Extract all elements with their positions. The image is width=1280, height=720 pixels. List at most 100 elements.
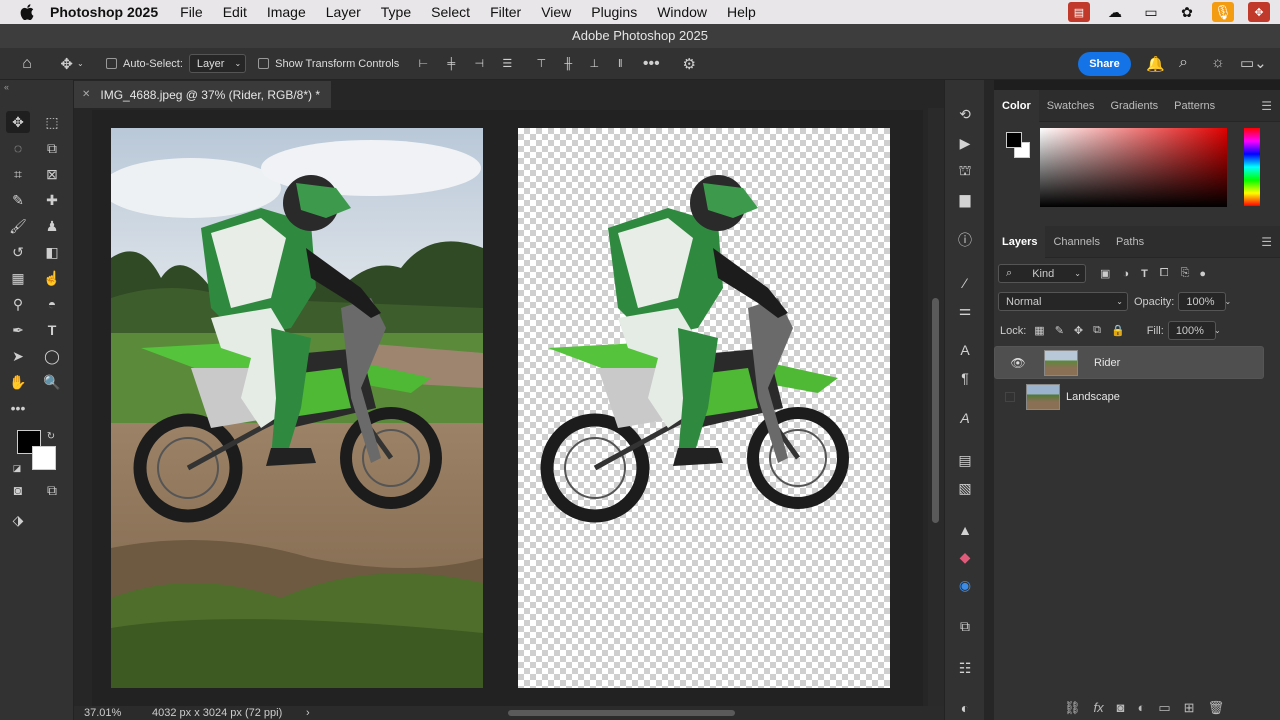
menu-edit[interactable]: Edit xyxy=(223,4,247,20)
document-tab[interactable]: ✕ IMG_4688.jpeg @ 37% (Rider, RGB/8*) * xyxy=(74,81,331,108)
share-button[interactable]: Share xyxy=(1078,52,1131,76)
filter-shape-icon[interactable]: ⧠ xyxy=(1160,267,1169,280)
clone-stamp-icon[interactable]: ♟ xyxy=(40,215,64,237)
ellipse-tool-icon[interactable]: ◯ xyxy=(40,345,64,367)
eyedropper-tool-icon[interactable]: ✎ xyxy=(6,189,30,211)
hand-tool-icon[interactable]: ✋ xyxy=(6,371,30,393)
filter-type-icon[interactable]: T xyxy=(1141,268,1148,280)
shapes-panel-icon[interactable]: ▲ xyxy=(953,520,977,540)
move-tool-preset-icon[interactable]: ✥ ⌄ xyxy=(54,55,90,73)
move-tool-icon[interactable]: ✥ xyxy=(6,111,30,133)
zoom-level[interactable]: 37.01% xyxy=(84,707,152,719)
creative-cloud-icon[interactable]: ☁ xyxy=(1104,2,1126,22)
eye-panel-icon[interactable]: ◉ xyxy=(953,575,977,595)
home-icon[interactable]: ⌂ xyxy=(0,55,54,73)
filter-pixel-icon[interactable]: ▣ xyxy=(1100,267,1110,280)
auto-select-checkbox[interactable] xyxy=(106,58,117,69)
blend-mode-dropdown[interactable]: Normal ⌄ xyxy=(998,292,1128,311)
apple-icon[interactable] xyxy=(18,3,36,21)
screen-mode-icon[interactable]: ⧉ xyxy=(40,479,64,501)
vertical-scroll-thumb[interactable] xyxy=(932,298,939,523)
zoom-tool-icon[interactable]: 🔍 xyxy=(40,371,64,393)
brush-tool-icon[interactable]: 🖌 xyxy=(6,215,30,237)
menu-view[interactable]: View xyxy=(541,4,571,20)
menu-filter[interactable]: Filter xyxy=(490,4,521,20)
plugins-panel-icon[interactable]: ⛫ xyxy=(953,161,977,181)
notifications-bell-icon[interactable]: 🔔 xyxy=(1146,55,1165,73)
close-tab-icon[interactable]: ✕ xyxy=(82,89,90,100)
lock-all-icon[interactable]: 🔒 xyxy=(1111,324,1125,337)
panel-menu-icon[interactable]: ☰ xyxy=(1261,99,1272,113)
align-bottom-icon[interactable]: ⊥ xyxy=(581,57,607,70)
search-icon[interactable]: ⌕ xyxy=(1179,54,1188,72)
new-adjustment-icon[interactable]: ◐ xyxy=(1138,700,1146,716)
eye-visibility-icon[interactable]: 👁 xyxy=(1002,356,1034,370)
history-panel-icon[interactable]: ⟲ xyxy=(953,104,977,124)
layer-row-landscape[interactable]: Landscape xyxy=(994,380,1264,413)
default-colors-icon[interactable]: ◪ xyxy=(10,457,24,479)
info-panel-icon[interactable]: ⓘ xyxy=(953,230,977,250)
tab-gradients[interactable]: Gradients xyxy=(1102,90,1166,122)
lightbulb-icon[interactable]: ☼ xyxy=(1211,54,1225,71)
swap-colors-icon[interactable]: ↻ xyxy=(44,425,58,447)
menu-select[interactable]: Select xyxy=(431,4,470,20)
tab-patterns[interactable]: Patterns xyxy=(1166,90,1223,122)
tab-swatches[interactable]: Swatches xyxy=(1039,90,1103,122)
layer-name-rider[interactable]: Rider xyxy=(1094,357,1120,369)
distribute-icon[interactable]: ☰ xyxy=(493,57,521,70)
tab-paths[interactable]: Paths xyxy=(1108,226,1152,258)
gradient-tool-icon[interactable]: ▦ xyxy=(6,267,30,289)
vertical-scrollbar[interactable] xyxy=(928,108,944,706)
marquee-tool-icon[interactable]: ⬚ xyxy=(40,111,64,133)
new-layer-icon[interactable]: ⊞ xyxy=(1184,700,1195,716)
align-top-icon[interactable]: ⊤ xyxy=(527,57,555,70)
character-panel-icon[interactable]: A xyxy=(953,340,977,360)
lasso-tool-icon[interactable]: ◌ xyxy=(6,137,30,159)
show-transform-checkbox[interactable] xyxy=(258,58,270,69)
tab-layers[interactable]: Layers xyxy=(994,225,1046,258)
distribute-vertical-icon[interactable]: ‖ xyxy=(607,58,633,70)
dodge-tool-icon[interactable]: ⚲ xyxy=(6,293,30,315)
properties-panel-icon[interactable]: ▤ xyxy=(953,450,977,470)
color-spectrum-field[interactable] xyxy=(1040,128,1227,207)
lock-artboard-icon[interactable]: ⧉ xyxy=(1093,324,1101,337)
healing-brush-icon[interactable]: ✚ xyxy=(40,189,64,211)
comments-panel-icon[interactable]: ▆ xyxy=(953,189,977,209)
filter-toggle-icon[interactable]: ● xyxy=(1199,268,1206,280)
adjustments-panel-icon[interactable]: ⚌ xyxy=(953,300,977,320)
display-icon[interactable]: ▭ xyxy=(1140,2,1162,22)
more-options-icon[interactable]: ••• xyxy=(633,55,669,73)
grid-app-icon[interactable]: ✥ xyxy=(1248,2,1270,22)
kind-filter-dropdown[interactable]: ⌕ Kind ⌄ xyxy=(998,264,1086,283)
paragraph-panel-icon[interactable]: ¶ xyxy=(953,368,977,388)
frame-tool-icon[interactable]: ⊠ xyxy=(40,163,64,185)
status-menu-arrow[interactable]: › xyxy=(306,707,310,719)
layer-comps-icon[interactable]: ⧉ xyxy=(953,616,977,636)
crop-tool-icon[interactable]: ⌗ xyxy=(6,163,30,185)
smudge-tool-icon[interactable]: ☝ xyxy=(40,267,64,289)
fill-field[interactable]: 100% ⌄ xyxy=(1167,321,1221,340)
opacity-field[interactable]: 100% ⌄ xyxy=(1178,292,1231,311)
menu-file[interactable]: File xyxy=(180,4,203,20)
glyphs-panel-icon[interactable]: A xyxy=(953,408,977,428)
align-left-icon[interactable]: ⊢ xyxy=(409,57,437,70)
align-middle-icon[interactable]: ╫ xyxy=(555,58,581,70)
layers-panel-menu-icon[interactable]: ☰ xyxy=(1261,235,1272,249)
filter-smart-object-icon[interactable]: ⎘ xyxy=(1181,267,1190,280)
lock-position-icon[interactable]: ✥ xyxy=(1074,324,1083,337)
tab-color[interactable]: Color xyxy=(994,89,1039,122)
settings-gear-icon[interactable]: ⚙ xyxy=(669,55,709,73)
menu-window[interactable]: Window xyxy=(657,4,707,20)
layer-row-rider[interactable]: 👁 Rider xyxy=(994,346,1264,379)
microphone-icon[interactable]: 🎙 xyxy=(1212,2,1234,22)
auto-select-dropdown[interactable]: Layer ⌄ xyxy=(188,54,247,73)
visibility-toggle-empty[interactable] xyxy=(994,391,1026,402)
actions-panel-icon[interactable]: ▶ xyxy=(953,133,977,153)
menu-plugins[interactable]: Plugins xyxy=(591,4,637,20)
layer-style-icon[interactable]: fx xyxy=(1094,700,1104,716)
burn-tool-icon[interactable]: ◓ xyxy=(40,293,64,315)
notes-panel-icon[interactable]: ▧ xyxy=(953,478,977,498)
app-menu[interactable]: Photoshop 2025 xyxy=(50,4,158,20)
add-mask-icon[interactable]: ◙ xyxy=(1117,700,1125,716)
color-foreground-swatch-front[interactable] xyxy=(1006,132,1022,148)
